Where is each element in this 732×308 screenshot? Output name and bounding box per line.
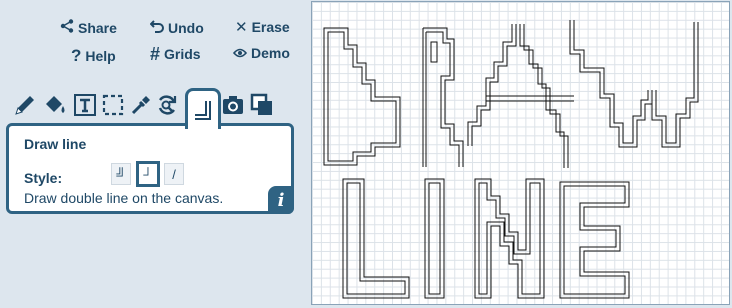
letter-w-outline: [569, 20, 699, 148]
replace-tool[interactable]: [154, 92, 180, 118]
drawing-canvas[interactable]: [311, 1, 730, 305]
letter-d-outline: [323, 27, 401, 166]
info-button[interactable]: i: [268, 186, 294, 214]
grids-button[interactable]: # Grids: [150, 45, 201, 63]
hash-icon: #: [150, 44, 161, 64]
paint-bucket-tool[interactable]: [42, 92, 68, 118]
letter-a-outline: [467, 24, 574, 168]
eye-icon: [232, 46, 248, 61]
draw-line-tool[interactable]: [185, 88, 221, 129]
eyedropper-icon: [131, 96, 150, 115]
undo-icon: [149, 19, 164, 36]
layers-icon: [250, 93, 272, 115]
panel-title: Draw line: [24, 136, 87, 152]
undo-button[interactable]: Undo: [149, 19, 204, 36]
style-label: Style:: [24, 170, 63, 186]
text-icon: [74, 94, 96, 116]
question-icon: ?: [71, 46, 82, 65]
erase-label: Erase: [251, 19, 290, 35]
erase-button[interactable]: ✕ Erase: [235, 19, 290, 35]
camera-tool[interactable]: [220, 92, 246, 118]
eyedropper-tool[interactable]: [128, 92, 154, 118]
canvas-drawing: [323, 20, 699, 299]
style-option-diagonal[interactable]: /: [164, 163, 184, 185]
select-icon: [102, 94, 124, 116]
style-option-single[interactable]: ┘: [136, 161, 160, 187]
draw-line-icon: [195, 101, 211, 120]
paint-bucket-icon: [46, 96, 65, 113]
select-tool[interactable]: [100, 92, 126, 118]
pencil-tool[interactable]: [12, 92, 38, 118]
camera-icon: [223, 96, 243, 114]
pencil-icon: [15, 96, 34, 115]
demo-label: Demo: [251, 45, 290, 61]
style-option-double[interactable]: ╝: [111, 163, 131, 185]
close-icon: ✕: [235, 18, 248, 36]
replace-icon: [158, 95, 177, 115]
letter-n-outline: [474, 178, 545, 299]
layers-tool[interactable]: [249, 92, 275, 118]
text-tool[interactable]: [72, 92, 98, 118]
letter-e-outline: [559, 181, 630, 299]
share-button[interactable]: Share: [60, 19, 117, 36]
letter-r-outline: [422, 27, 464, 167]
grids-label: Grids: [164, 46, 201, 62]
help-button[interactable]: ? Help: [71, 47, 116, 64]
help-label: Help: [85, 47, 116, 64]
undo-label: Undo: [168, 19, 204, 36]
share-icon: [60, 19, 74, 36]
share-label: Share: [78, 19, 117, 36]
info-icon: i: [277, 189, 285, 211]
letter-i-outline: [424, 178, 445, 299]
panel-description: Draw double line on the canvas.: [24, 190, 224, 206]
tool-options-panel: Draw line Style: ╝ ┘ / Draw double line …: [6, 123, 294, 214]
letter-l-outline: [342, 178, 410, 299]
demo-button[interactable]: Demo: [232, 45, 290, 61]
